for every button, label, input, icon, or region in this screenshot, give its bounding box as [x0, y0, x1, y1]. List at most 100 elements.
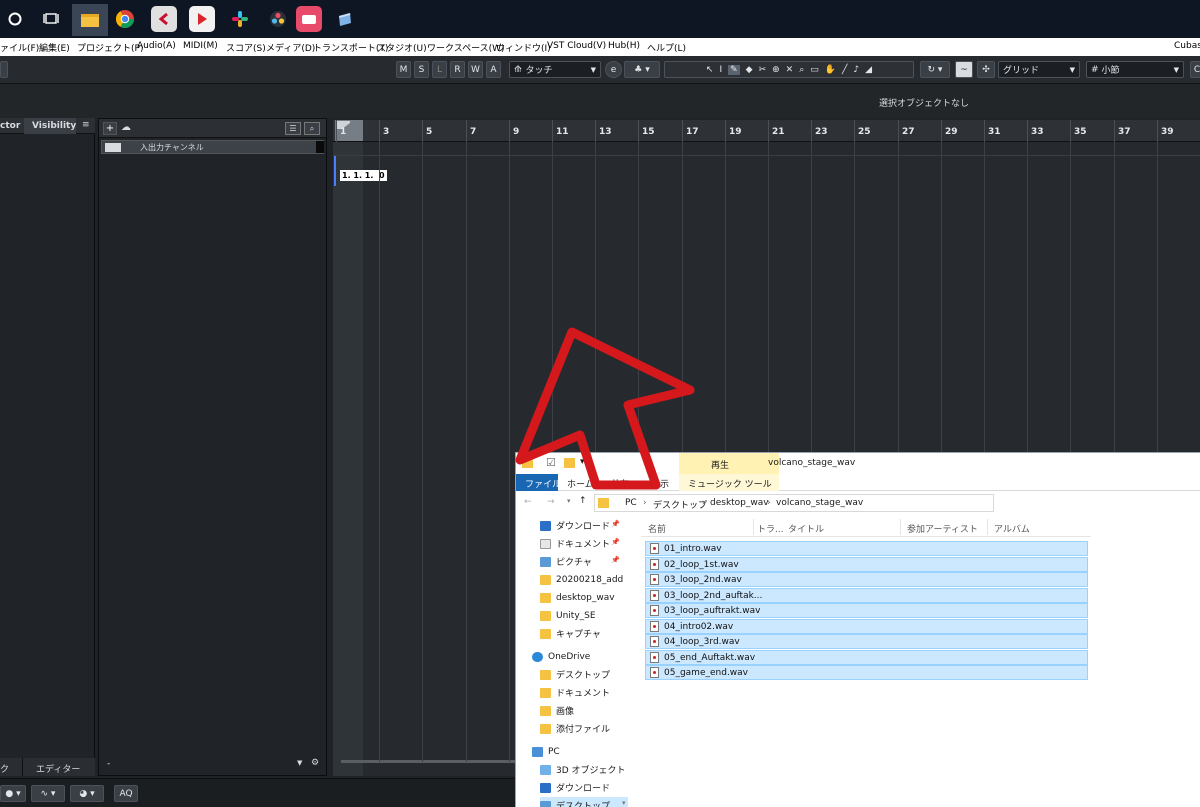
left-zone-button[interactable]: [0, 61, 8, 78]
nav-pictures[interactable]: ピクチャ: [540, 553, 592, 570]
pencil-icon[interactable]: ✎: [728, 64, 740, 75]
nav-od-desktop[interactable]: デスクトップ: [540, 666, 610, 683]
speaker-icon[interactable]: ♪: [853, 65, 859, 75]
list-item[interactable]: 04_loop_3rd.wav: [645, 634, 1088, 649]
menu-help[interactable]: ヘルプ(L): [647, 41, 686, 54]
object-select-icon[interactable]: ↖: [706, 65, 714, 75]
pin-icon[interactable]: 📌: [611, 520, 620, 528]
task-view-icon[interactable]: [38, 6, 64, 32]
menu-edit[interactable]: 編集(E): [39, 41, 70, 54]
nav-3d-objects[interactable]: 3D オブジェクト: [540, 761, 626, 778]
column-title[interactable]: タイトル: [788, 522, 824, 535]
breadcrumb-desktop-wav[interactable]: desktop_wav: [710, 498, 769, 508]
eraser-icon[interactable]: ◆: [746, 65, 753, 75]
nav-od-documents[interactable]: ドキュメント: [540, 684, 610, 701]
search-circle-icon[interactable]: [2, 6, 28, 32]
mute-tool-icon[interactable]: ✕: [786, 65, 794, 75]
column-track[interactable]: トラ...: [757, 522, 784, 535]
tab-visibility[interactable]: Visibility: [32, 121, 76, 131]
nav-unity-se[interactable]: Unity_SE: [540, 607, 596, 624]
list-item[interactable]: 01_intro.wav: [645, 541, 1088, 556]
timeline-ruler[interactable]: 1 3 5 7 9 11 13 15 17 19 21 23 25 27 29 31 33 35 37 39: [333, 120, 1200, 142]
menu-audio[interactable]: Audio(A): [137, 41, 176, 51]
nav-capture[interactable]: キャプチャ: [540, 625, 601, 642]
list-item[interactable]: 02_loop_1st.wav: [645, 557, 1088, 572]
gear-icon[interactable]: ⚙: [311, 758, 319, 768]
track-row[interactable]: 入出力チャンネル: [101, 140, 324, 154]
hand-icon[interactable]: ✋: [825, 65, 836, 75]
menu-media[interactable]: メディア(D): [266, 41, 315, 54]
snap-to-zero-button[interactable]: ✣: [977, 61, 995, 78]
menu-window[interactable]: ウィンドウ(I): [496, 41, 551, 54]
menu-score[interactable]: スコア(S): [226, 41, 266, 54]
nav-desktop-wav[interactable]: desktop_wav: [540, 589, 615, 606]
aq-button[interactable]: AQ: [114, 785, 138, 802]
column-album[interactable]: アルバム: [994, 522, 1030, 535]
write-mode-button[interactable]: W: [468, 61, 483, 78]
list-item[interactable]: 05_end_Auftakt.wav: [645, 650, 1088, 665]
nav-od-attachments[interactable]: 添付ファイル: [540, 720, 610, 737]
menu-project[interactable]: プロジェクト(P): [77, 41, 143, 54]
line-tool-icon[interactable]: ╱: [842, 65, 847, 75]
list-item[interactable]: 05_game_end.wav: [645, 665, 1088, 680]
breadcrumb-pc[interactable]: PC: [625, 498, 637, 508]
add-track-icon[interactable]: +: [103, 122, 117, 135]
mute-mode-button[interactable]: M: [396, 61, 411, 78]
nav-scroll-down-icon[interactable]: ▾: [622, 799, 626, 807]
snap-toggle-button[interactable]: ~: [955, 61, 973, 78]
constrain-delay-button[interactable]: ♣ ▾: [624, 61, 660, 78]
list-item[interactable]: 04_intro02.wav: [645, 619, 1088, 634]
column-artist[interactable]: 参加アーティスト: [907, 522, 978, 535]
column-name[interactable]: 名前: [648, 522, 666, 535]
tab-editor[interactable]: エディター: [36, 762, 80, 775]
breadcrumb-desktop[interactable]: デスクトップ: [653, 498, 707, 511]
scroll-down-icon[interactable]: ▼: [297, 759, 302, 767]
hamburger-icon[interactable]: ≡: [82, 120, 90, 130]
nav-pc[interactable]: PC: [532, 743, 560, 760]
nav-onedrive[interactable]: OneDrive: [532, 648, 590, 665]
file-explorer-icon[interactable]: [72, 4, 108, 36]
read-mode-button[interactable]: R: [450, 61, 465, 78]
metronome-button[interactable]: ● ▾: [0, 785, 26, 802]
list-item[interactable]: 03_loop_2nd_auftak...: [645, 588, 1088, 603]
quantize-button[interactable]: C: [1190, 61, 1200, 78]
davinci-resolve-icon[interactable]: [265, 6, 291, 32]
recent-dropdown-icon[interactable]: ▾: [567, 497, 571, 505]
forward-arrow-icon[interactable]: →: [547, 497, 555, 507]
menu-file[interactable]: ァイル(F): [0, 41, 39, 54]
list-view-icon[interactable]: ☰: [285, 122, 301, 135]
comp-tool-icon[interactable]: ▭: [810, 65, 819, 75]
audio-wave-button[interactable]: ∿ ▾: [31, 785, 65, 802]
breadcrumb-volcano[interactable]: volcano_stage_wav: [776, 498, 863, 508]
search-icon[interactable]: ⌕: [304, 122, 320, 135]
scissors-icon[interactable]: ✂: [759, 65, 767, 75]
nav-pc-desktop[interactable]: デスクトップ: [540, 797, 628, 807]
snap-type-dropdown[interactable]: グリッド ▼: [998, 61, 1080, 78]
notes-app-icon[interactable]: [332, 6, 358, 32]
automation-mode-button[interactable]: A: [486, 61, 501, 78]
glue-icon[interactable]: ⊕: [772, 65, 780, 75]
nav-od-images[interactable]: 画像: [540, 702, 574, 719]
pin-icon[interactable]: 📌: [611, 538, 620, 546]
zoom-icon[interactable]: ⌕: [799, 65, 804, 75]
nav-documents[interactable]: ドキュメント: [540, 535, 610, 552]
up-arrow-icon[interactable]: ↑: [579, 496, 587, 506]
list-item[interactable]: 03_loop_2nd.wav: [645, 572, 1088, 587]
cloud-add-icon[interactable]: ☁: [121, 122, 137, 135]
red-app-icon[interactable]: [296, 6, 322, 32]
horizontal-scrollbar[interactable]: [341, 760, 521, 763]
menu-midi[interactable]: MIDI(M): [183, 41, 218, 51]
nav-20200218-add[interactable]: 20200218_add: [540, 571, 623, 588]
nav-pc-downloads[interactable]: ダウンロード: [540, 779, 610, 796]
edit-instrument-icon[interactable]: e: [605, 61, 622, 78]
automation-mode-dropdown[interactable]: ⟰ タッチ ▼: [509, 61, 601, 78]
list-item[interactable]: 03_loop_auftrakt.wav: [645, 603, 1088, 618]
color-icon[interactable]: ◢: [865, 65, 872, 75]
menu-studio[interactable]: スタジオ(U): [377, 41, 427, 54]
tab-inspector[interactable]: ctor: [0, 121, 20, 131]
pin-icon[interactable]: 📌: [611, 556, 620, 564]
palette-button[interactable]: ◕ ▾: [70, 785, 104, 802]
back-arrow-icon[interactable]: ←: [524, 497, 532, 507]
media-player-icon[interactable]: [189, 6, 215, 32]
listen-mode-button[interactable]: L: [432, 61, 447, 78]
